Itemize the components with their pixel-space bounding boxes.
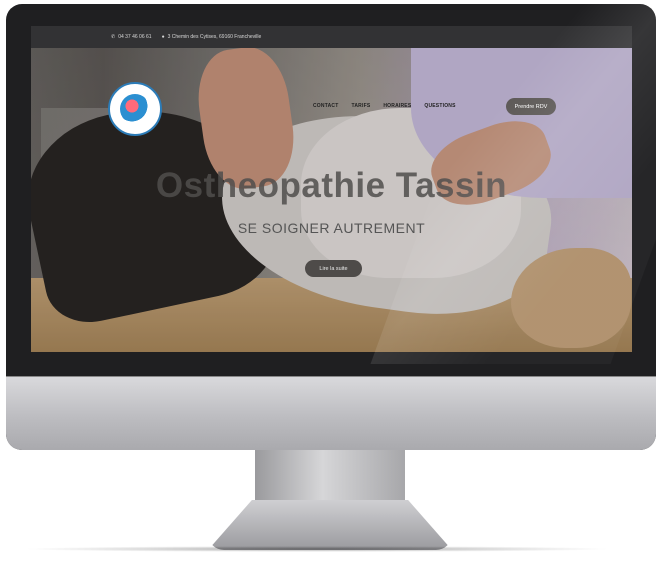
- book-appointment-button[interactable]: Prendre RDV: [506, 98, 556, 115]
- map-pin-icon: ●: [161, 34, 165, 40]
- nav-item-questions[interactable]: QUESTIONS: [424, 103, 455, 109]
- nav-item-horaires[interactable]: HORAIRES: [383, 103, 411, 109]
- monitor-chin: [6, 376, 656, 450]
- website-screen: ✆ 04 37 46 06 61 ● 3 Chemin des Cytises,…: [31, 26, 632, 352]
- address-text: 3 Chemin des Cytises, 69160 Francheville: [167, 34, 262, 40]
- address-contact[interactable]: ● 3 Chemin des Cytises, 69160 Franchevil…: [162, 34, 262, 40]
- phone-number: 04 37 46 06 61: [118, 34, 152, 40]
- nav-item-contact[interactable]: CONTACT: [313, 103, 338, 109]
- phone-icon: ✆: [111, 34, 116, 40]
- hero-banner: CONTACT TARIFS HORAIRES QUESTIONS Prendr…: [31, 48, 632, 352]
- monitor-bezel: ✆ 04 37 46 06 61 ● 3 Chemin des Cytises,…: [6, 4, 656, 450]
- nav-item-tarifs[interactable]: TARIFS: [351, 103, 370, 109]
- read-more-button[interactable]: Lire la suite: [305, 260, 362, 277]
- monitor-stand-base: [208, 500, 452, 550]
- main-navigation: CONTACT TARIFS HORAIRES QUESTIONS: [313, 103, 456, 109]
- hero-subtitle: SE SOIGNER AUTREMENT: [237, 220, 426, 236]
- hero-title: Ostheopathie Tassin: [155, 166, 508, 205]
- logo-emblem-icon: [120, 94, 150, 124]
- phone-contact[interactable]: ✆ 04 37 46 06 61: [111, 34, 152, 40]
- site-logo[interactable]: [108, 82, 162, 136]
- floor-shadow: [22, 546, 612, 552]
- top-info-bar: ✆ 04 37 46 06 61 ● 3 Chemin des Cytises,…: [31, 26, 632, 48]
